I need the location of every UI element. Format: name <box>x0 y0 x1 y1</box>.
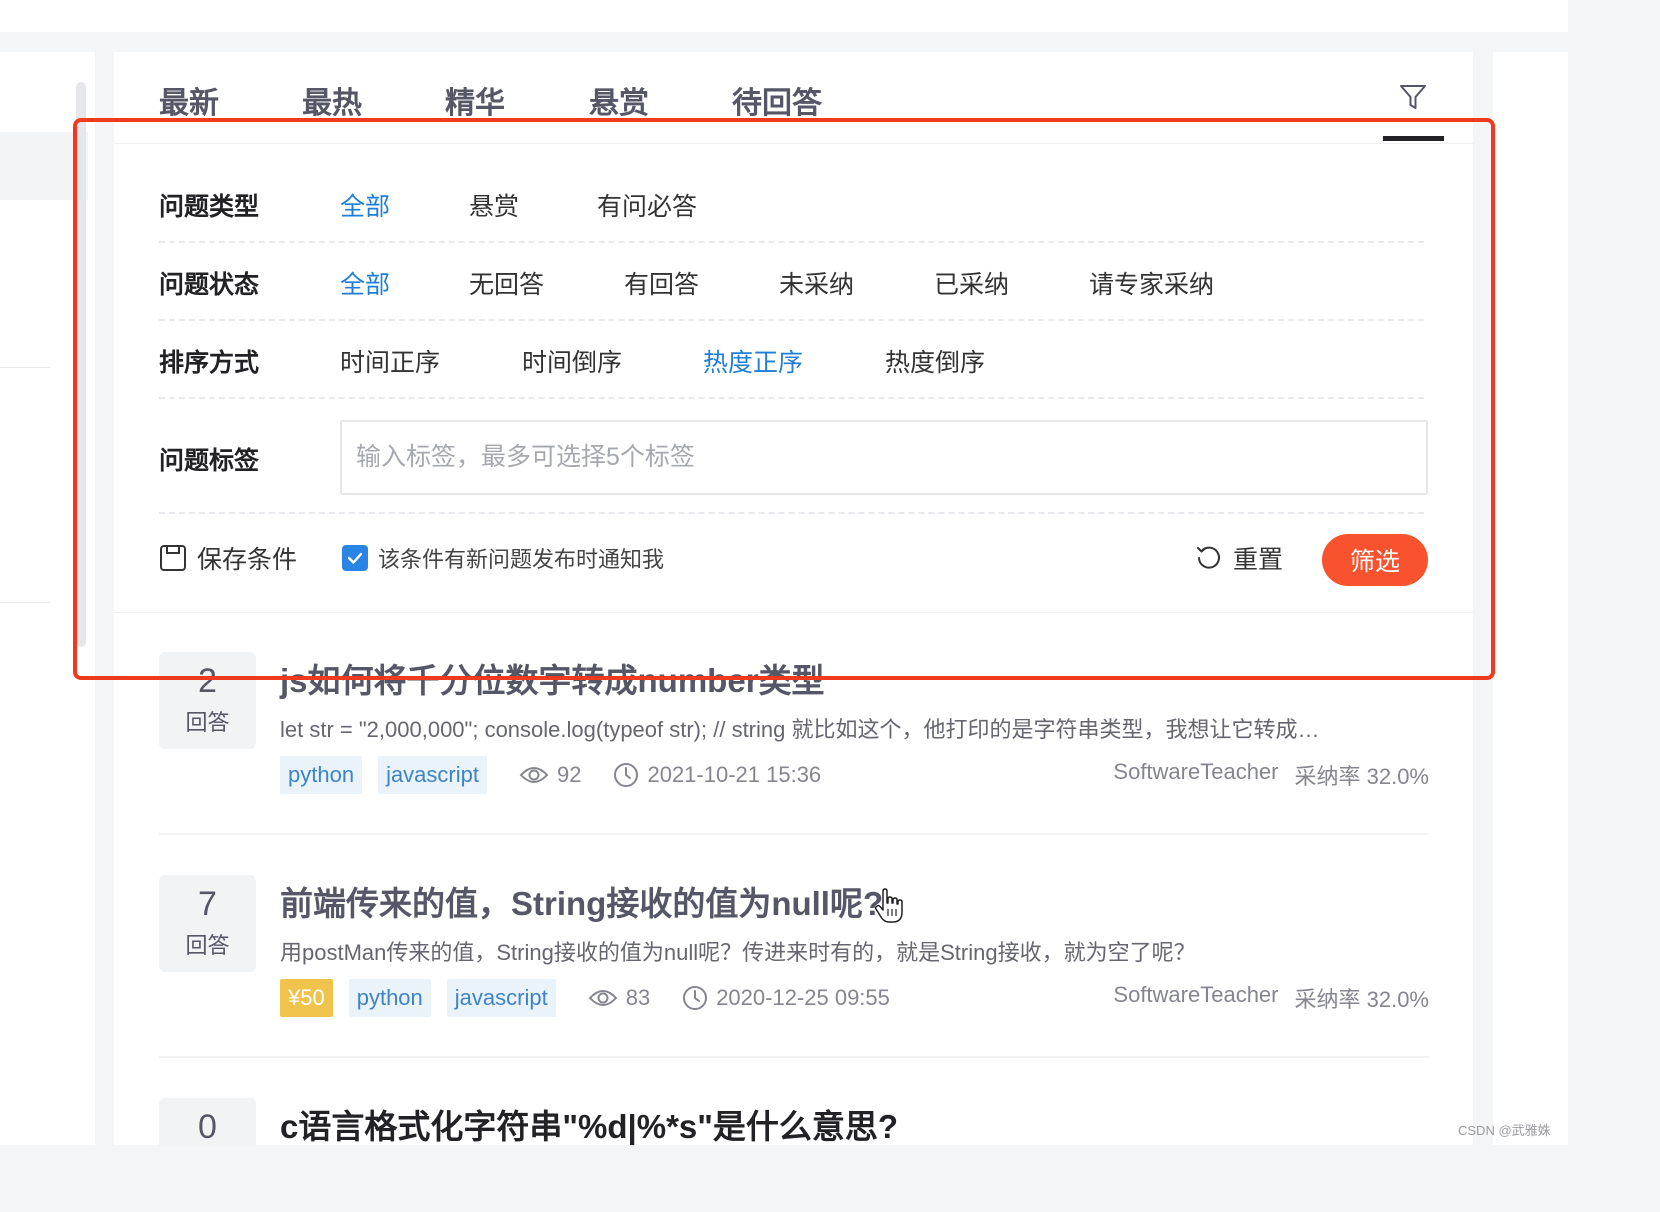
watermark: CSDN @武雅姝 <box>1458 1123 1551 1138</box>
filter-label: 问题类型 <box>159 193 260 221</box>
view-count: 83 <box>588 985 650 1011</box>
question-item: 2 回答 js如何将千分位数字转成number类型 let str = "2,0… <box>159 652 1429 835</box>
option-status-has-answer[interactable]: 有回答 <box>624 265 699 301</box>
sidebar-scrollbar[interactable] <box>76 82 86 647</box>
sidebar-divider <box>0 602 50 603</box>
view-count-value: 92 <box>556 762 582 787</box>
option-status-adopted[interactable]: 已采纳 <box>934 265 1009 301</box>
answer-count-box: 7 回答 <box>159 875 256 972</box>
hand-cursor-icon <box>874 888 903 923</box>
option-sort-time-asc[interactable]: 时间正序 <box>340 343 440 379</box>
eye-icon <box>588 990 618 1006</box>
filter-actions: 保存条件 该条件有新问题发布时通知我 重置 筛选 <box>159 522 1429 592</box>
reset-button[interactable]: 重置 <box>1195 540 1283 576</box>
adopt-rate: 采纳率 32.0% <box>1294 987 1430 1012</box>
question-title[interactable]: js如何将千分位数字转成number类型 <box>280 654 825 702</box>
view-count: 92 <box>519 762 581 788</box>
option-type-bounty[interactable]: 悬赏 <box>469 187 519 223</box>
author-name[interactable]: SoftwareTeacher <box>1113 982 1278 1014</box>
option-status-all[interactable]: 全部 <box>340 265 390 301</box>
tab-unanswered[interactable]: 待回答 <box>732 78 822 122</box>
filter-row-question-status: 问题状态 全部 无回答 有回答 未采纳 已采纳 请专家采纳 <box>159 243 1424 321</box>
filter-tab-indicator <box>1383 136 1444 141</box>
tab-hottest[interactable]: 最热 <box>302 78 362 122</box>
answer-count-box: 2 回答 <box>159 652 256 749</box>
refresh-icon <box>1197 546 1220 569</box>
post-time-value: 2020-12-25 09:55 <box>716 985 890 1010</box>
eye-icon <box>519 767 549 783</box>
option-status-no-answer[interactable]: 无回答 <box>469 265 544 301</box>
option-sort-hot-desc[interactable]: 热度倒序 <box>885 343 985 379</box>
question-tag[interactable]: python <box>280 756 363 794</box>
post-time-value: 2021-10-21 15:36 <box>647 762 822 787</box>
question-excerpt[interactable]: 用postMan传来的值，String接收的值为null呢？传进来时有的，就是S… <box>280 935 1410 967</box>
check-icon <box>347 552 363 564</box>
answer-count-label: 回答 <box>185 933 230 958</box>
view-count-value: 83 <box>625 985 651 1010</box>
filter-label: 排序方式 <box>159 349 260 377</box>
question-item: 7 回答 前端传来的值，String接收的值为null呢? 用postMan传来… <box>159 875 1429 1058</box>
post-time: 2020-12-25 09:55 <box>682 985 890 1011</box>
save-conditions-button[interactable]: 保存条件 <box>159 540 297 576</box>
left-sidebar <box>0 52 95 1145</box>
author-name[interactable]: SoftwareTeacher <box>1113 759 1278 791</box>
checkbox-checked[interactable] <box>342 545 368 571</box>
main-panel: 最新 最热 精华 悬赏 待回答 问题类型 全部 悬赏 有问必答 问题状态 全部 … <box>114 52 1473 1145</box>
bounty-badge: ¥50 <box>280 979 333 1017</box>
answer-count: 7 <box>198 885 217 923</box>
question-title[interactable]: c语言格式化字符串"%d|%*s"是什么意思? <box>280 1100 898 1145</box>
question-meta: python javascript 92 2021-10-21 15:36 So… <box>280 756 1429 794</box>
reset-label: 重置 <box>1233 546 1284 574</box>
filter-button[interactable]: 筛选 <box>1322 534 1428 586</box>
filter-row-tags: 问题标签 <box>159 398 1428 514</box>
notify-checkbox[interactable]: 该条件有新问题发布时通知我 <box>342 542 664 574</box>
option-sort-hot-asc[interactable]: 热度正序 <box>703 343 803 379</box>
tag-input[interactable] <box>340 420 1428 495</box>
filter-label: 问题标签 <box>159 447 260 475</box>
option-status-expert[interactable]: 请专家采纳 <box>1089 265 1214 301</box>
question-tag[interactable]: python <box>348 979 431 1017</box>
post-time: 2021-10-21 15:36 <box>613 762 821 788</box>
option-sort-time-desc[interactable]: 时间倒序 <box>522 343 622 379</box>
filter-row-sort: 排序方式 时间正序 时间倒序 热度正序 热度倒序 <box>159 321 1424 399</box>
sidebar-highlight[interactable] <box>0 132 88 200</box>
author-info: SoftwareTeacher 采纳率 32.0% <box>1113 759 1429 791</box>
question-meta: ¥50 python javascript 83 2020-12-25 09:5… <box>280 979 1429 1017</box>
clock-icon <box>683 986 708 1010</box>
option-type-must-answer[interactable]: 有问必答 <box>597 187 697 223</box>
option-type-all[interactable]: 全部 <box>340 187 390 223</box>
filter-label: 问题状态 <box>159 271 260 299</box>
funnel-icon[interactable] <box>1398 82 1428 112</box>
save-conditions-label: 保存条件 <box>197 546 298 574</box>
answer-count: 2 <box>198 662 217 700</box>
question-excerpt[interactable]: let str = "2,000,000"; console.log(typeo… <box>280 712 1410 744</box>
bookmark-icon <box>160 545 186 571</box>
question-item: 0 回答 c语言格式化字符串"%d|%*s"是什么意思? <box>159 1098 1429 1145</box>
section-divider <box>114 612 1473 613</box>
question-title[interactable]: 前端传来的值，String接收的值为null呢? <box>280 877 883 925</box>
tab-bounty[interactable]: 悬赏 <box>589 78 649 122</box>
tab-featured[interactable]: 精华 <box>445 78 505 122</box>
tab-bar: 最新 最热 精华 悬赏 待回答 <box>114 52 1473 144</box>
question-tag[interactable]: javascript <box>378 756 487 794</box>
answer-count-box: 0 回答 <box>159 1098 256 1145</box>
sidebar-divider <box>0 367 50 368</box>
adopt-rate: 采纳率 32.0% <box>1294 764 1430 789</box>
top-bar <box>0 0 1568 32</box>
filter-row-question-type: 问题类型 全部 悬赏 有问必答 <box>159 165 1424 243</box>
clock-icon <box>614 763 639 787</box>
right-sidebar <box>1493 52 1568 1145</box>
author-info: SoftwareTeacher 采纳率 32.0% <box>1113 982 1429 1014</box>
answer-count-label: 回答 <box>185 710 230 735</box>
tab-latest[interactable]: 最新 <box>159 78 219 122</box>
question-tag[interactable]: javascript <box>446 979 556 1017</box>
notify-label: 该条件有新问题发布时通知我 <box>378 547 665 572</box>
option-status-not-adopted[interactable]: 未采纳 <box>779 265 854 301</box>
answer-count: 0 <box>198 1108 217 1145</box>
